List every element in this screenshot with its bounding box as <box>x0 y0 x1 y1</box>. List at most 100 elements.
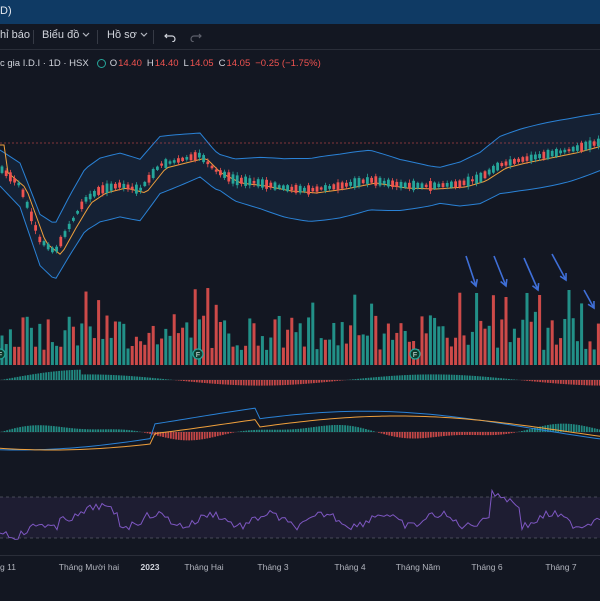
candle-body <box>185 157 188 160</box>
volume-bar <box>85 292 88 365</box>
macd-hist-bar <box>482 377 484 380</box>
volume-bar <box>160 339 163 365</box>
osc-hist-bar <box>50 426 52 432</box>
osc-hist-bar <box>477 432 479 435</box>
candle-body <box>295 185 298 193</box>
candle-body <box>589 140 592 148</box>
osc-hist-bar <box>32 425 34 432</box>
candle-body <box>362 180 365 184</box>
macd-hist-bar <box>352 379 354 380</box>
macd-hist-bar <box>258 380 260 386</box>
osc-hist-bar <box>240 431 242 432</box>
candle-body <box>500 163 503 166</box>
candle-body <box>387 180 390 187</box>
osc-hist-bar <box>459 432 461 435</box>
osc-hist-bar <box>258 430 260 432</box>
candle-body <box>194 152 197 160</box>
macd-hist-bar <box>162 379 164 380</box>
volume-bar <box>89 326 92 365</box>
volume-bar <box>320 338 323 365</box>
macd-hist-bar <box>108 375 110 380</box>
osc-hist-bar <box>266 430 268 432</box>
macd-hist-bar <box>84 374 86 380</box>
volume-bar <box>131 346 134 365</box>
candle-body <box>248 178 251 185</box>
candle-body <box>475 175 478 184</box>
volume-bar <box>101 339 104 365</box>
volume-bar <box>391 340 394 365</box>
macd-hist-bar <box>576 380 578 385</box>
osc-hist-bar <box>505 432 507 434</box>
osc-hist-bar <box>308 428 310 432</box>
osc-hist-bar <box>175 432 177 440</box>
candle-body <box>505 161 508 165</box>
candle-body <box>433 183 436 189</box>
osc-hist-bar <box>180 432 182 440</box>
macd-hist-bar <box>537 380 539 382</box>
candle-body <box>278 185 281 188</box>
price-chart-canvas[interactable]: FFF <box>0 0 600 555</box>
osc-hist-bar <box>349 426 351 432</box>
osc-hist-bar <box>274 430 276 432</box>
osc-hist-bar <box>591 428 593 432</box>
macd-hist-bar <box>214 380 216 384</box>
volume-bar <box>26 317 29 365</box>
volume-bar <box>337 345 340 365</box>
volume-bar <box>110 338 113 365</box>
volume-bar <box>374 316 377 365</box>
macd-hist-bar <box>310 380 312 383</box>
macd-hist-bar <box>472 376 474 380</box>
macd-hist-bar <box>464 375 466 380</box>
volume-bar <box>265 350 268 365</box>
osc-hist-bar <box>492 432 494 435</box>
macd-hist-bar <box>240 380 242 385</box>
candle-body <box>244 177 247 186</box>
osc-hist-bar <box>336 425 338 432</box>
osc-hist-bar <box>97 429 99 432</box>
macd-hist-bar <box>79 370 81 380</box>
volume-bar <box>72 327 75 365</box>
osc-hist-bar <box>524 430 526 432</box>
volume-bar <box>55 346 58 365</box>
macd-hist-bar <box>191 380 193 382</box>
volume-bar <box>521 320 524 365</box>
candle-body <box>240 178 243 184</box>
candle-body <box>521 157 524 162</box>
osc-hist-bar <box>206 432 208 438</box>
macd-hist-bar <box>154 378 156 380</box>
volume-bar <box>30 328 33 365</box>
volume-bar <box>421 316 424 365</box>
osc-hist-bar <box>82 429 84 432</box>
osc-hist-bar <box>264 430 266 432</box>
macd-hist-bar <box>495 378 497 380</box>
macd-hist-bar <box>128 376 130 380</box>
osc-hist-bar <box>37 425 39 432</box>
volume-bar <box>345 344 348 365</box>
osc-hist-bar <box>170 432 172 439</box>
macd-hist-bar <box>167 379 169 380</box>
volume-bar <box>500 319 503 365</box>
macd-hist-bar <box>271 380 273 385</box>
macd-hist-bar <box>19 376 21 380</box>
osc-hist-bar <box>292 429 294 432</box>
macd-hist-bar <box>256 380 258 386</box>
osc-hist-bar <box>167 432 169 438</box>
macd-hist-bar <box>134 376 136 380</box>
osc-hist-bar <box>461 432 463 435</box>
volume-bar <box>152 326 155 365</box>
candle-body <box>13 178 16 182</box>
osc-hist-bar <box>76 429 78 432</box>
candle-body <box>320 187 323 189</box>
osc-hist-bar <box>11 429 13 432</box>
candle-body <box>488 170 491 175</box>
volume-bar <box>215 305 218 365</box>
osc-hist-bar <box>448 432 450 436</box>
macd-hist-bar <box>329 380 331 382</box>
osc-hist-bar <box>495 432 497 435</box>
candle-body <box>106 184 109 193</box>
candle-body <box>38 237 41 242</box>
volume-bar <box>555 345 558 365</box>
candle-body <box>97 187 100 195</box>
macd-hist-bar <box>251 380 253 386</box>
macd-hist-bar <box>500 378 502 380</box>
